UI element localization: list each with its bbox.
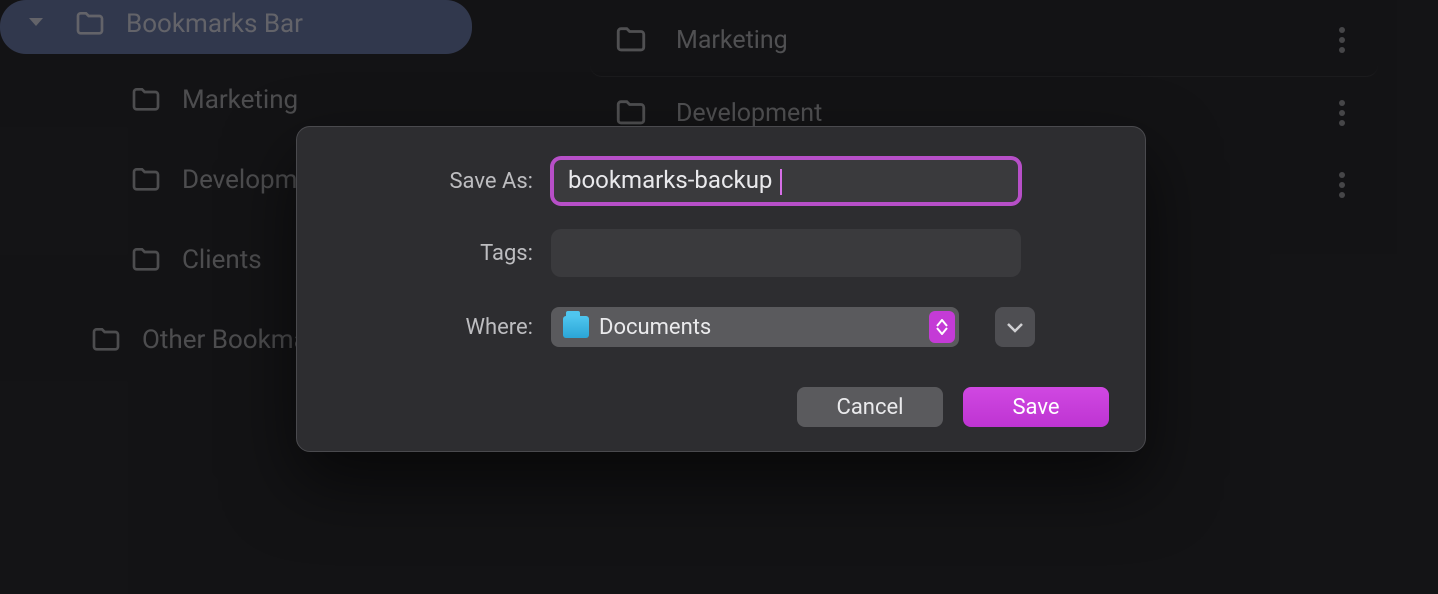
where-row: Where: Documents [333,307,1109,347]
list-row-title: Marketing [676,26,1302,55]
row-menu-button[interactable] [1330,22,1354,58]
cancel-button[interactable]: Cancel [797,387,943,427]
save-as-row: Save As: bookmarks-backup [333,157,1109,205]
tags-row: Tags: [333,229,1109,277]
folder-outline-icon [130,84,162,116]
documents-folder-icon [563,316,589,338]
tags-label: Tags: [333,241,533,266]
tree-item-label: Clients [182,245,262,275]
up-down-stepper-icon [929,311,955,343]
where-value: Documents [599,315,919,340]
dialog-button-row: Cancel Save [333,387,1109,427]
tree-item-bookmarks-bar[interactable]: Bookmarks Bar [0,0,472,54]
expand-dialog-button[interactable] [995,307,1035,347]
tree-item-marketing[interactable]: Marketing [0,74,480,126]
list-row-title: Development [676,99,1302,128]
folder-outline-icon [74,8,106,40]
save-dialog: Save As: bookmarks-backup Tags: Where: D… [296,126,1146,452]
chevron-down-icon [26,9,46,39]
folder-outline-icon [130,244,162,276]
save-as-label: Save As: [333,169,533,194]
folder-outline-icon [130,164,162,196]
save-button[interactable]: Save [963,387,1109,427]
folder-outline-icon [614,23,648,57]
folder-outline-icon [614,96,648,130]
folder-outline-icon [90,324,122,356]
row-menu-button[interactable] [1330,95,1354,131]
tree-item-label: Marketing [182,85,298,115]
save-as-input[interactable]: bookmarks-backup [551,157,1021,205]
tags-input[interactable] [551,229,1021,277]
where-label: Where: [333,315,533,340]
tree-item-label: Bookmarks Bar [126,9,303,39]
row-menu-button[interactable] [1330,167,1354,203]
list-row[interactable]: Marketing [590,4,1378,77]
save-as-value: bookmarks-backup [568,166,772,194]
where-select[interactable]: Documents [551,307,959,347]
